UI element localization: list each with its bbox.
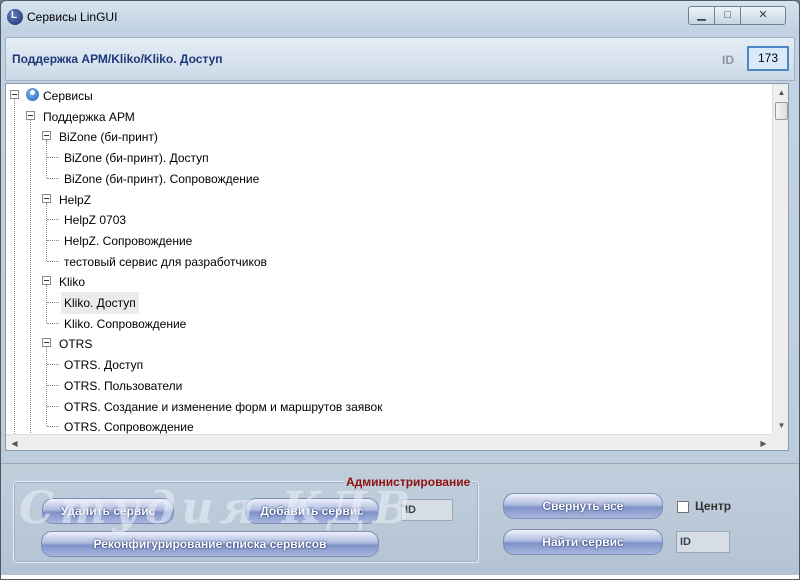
tree-connector (47, 177, 59, 179)
collapse-all-button[interactable]: Свернуть все (503, 493, 663, 519)
collapse-icon[interactable] (42, 338, 51, 348)
tree-node-label: BiZone (би-принт) (59, 130, 158, 145)
tree-node-label: OTRS. Пользователи (64, 378, 183, 393)
scroll-left-icon[interactable]: ◀ (6, 435, 23, 450)
collapse-icon[interactable] (42, 131, 51, 141)
tree-connector (47, 322, 59, 324)
admin-group-title: Администрирование (344, 475, 473, 489)
header-bar: Поддержка АРМ/Kliko/Kliko. Доступ ID 173 (5, 37, 795, 81)
tree-connector (46, 202, 47, 261)
scroll-thumb[interactable] (775, 102, 788, 120)
tree-node-label: Kliko (59, 275, 86, 290)
find-service-button[interactable]: Найти сервис (503, 529, 663, 555)
horizontal-scrollbar[interactable]: ◀ ▶ (6, 434, 772, 450)
tree-node-label: HelpZ. Сопровождение (64, 233, 193, 248)
current-service-path: Поддержка АРМ/Kliko/Kliko. Доступ (12, 52, 223, 66)
add-service-button[interactable]: Добавить сервис (245, 498, 379, 524)
id-label: ID (722, 53, 734, 67)
tree-connector (47, 302, 59, 303)
tree-node-label: Kliko. Доступ (61, 292, 139, 314)
tree-connector (47, 219, 59, 221)
tree-connector (47, 426, 59, 428)
control-panel: Администрирование Удалить сервис Добавит… (1, 463, 799, 579)
tree-node-label: BiZone (би-принт). Сопровождение (64, 171, 260, 186)
tree-connector (47, 260, 59, 262)
scroll-down-icon[interactable]: ▼ (773, 417, 788, 434)
tree-connector (46, 285, 47, 323)
tree-node-label: OTRS. Создание и изменение форм и маршру… (64, 399, 383, 414)
tree-node-label: OTRS (59, 337, 93, 352)
tree-node-label: тестовый сервис для разработчиков (64, 254, 267, 269)
app-window: Сервисы LinGUI ▁ □ ✕ Поддержка АРМ/Kliko… (0, 0, 800, 580)
services-root-icon (26, 88, 39, 101)
collapse-icon[interactable] (42, 276, 51, 286)
tree-connector (46, 140, 47, 178)
reconfigure-list-button[interactable]: Реконфигурирование списка сервисов (41, 531, 379, 557)
center-checkbox[interactable] (677, 501, 689, 513)
tree-connector (47, 157, 59, 159)
tree-node-label: HelpZ 0703 (64, 213, 127, 228)
title-bar[interactable]: Сервисы LinGUI ▁ □ ✕ (1, 1, 799, 33)
tree-node-label: Сервисы (43, 89, 93, 103)
scroll-up-icon[interactable]: ▲ (773, 84, 788, 101)
collapse-icon[interactable] (42, 193, 51, 203)
tree-connector (47, 384, 59, 386)
admin-id-input[interactable]: ID (401, 499, 453, 521)
tree-connector (46, 347, 47, 427)
collapse-icon[interactable] (26, 110, 35, 120)
delete-service-button[interactable]: Удалить сервис (42, 498, 174, 524)
tree-node-label: Kliko. Сопровождение (64, 316, 187, 331)
collapse-icon[interactable] (10, 90, 19, 99)
tree-connector (14, 96, 15, 450)
tree-node-label: Поддержка АРМ (43, 109, 135, 124)
close-button[interactable]: ✕ (740, 6, 786, 25)
scroll-right-icon[interactable]: ▶ (755, 435, 772, 450)
tree-node-label: HelpZ (59, 192, 92, 207)
center-checkbox-label: Центр (695, 499, 732, 513)
minimize-button[interactable]: ▁ (688, 6, 715, 25)
scrollbar-corner (772, 434, 788, 450)
maximize-button[interactable]: □ (714, 6, 741, 25)
tree-connector (47, 364, 59, 366)
window-bottom-edge (1, 575, 799, 579)
vertical-scrollbar[interactable]: ▲ ▼ (772, 84, 788, 434)
tree-node-label: OTRS. Доступ (64, 358, 144, 373)
services-tree[interactable]: Сервисы Поддержка АРМ BiZone (би-принт) Bi… (5, 83, 789, 451)
service-id-field[interactable]: 173 (747, 46, 789, 71)
window-title: Сервисы LinGUI (27, 10, 118, 24)
tree-connector (47, 239, 59, 241)
tree-connector (30, 117, 31, 450)
tree-connector (47, 405, 59, 407)
tree-node-label: BiZone (би-принт). Доступ (64, 151, 209, 166)
app-logo-icon (7, 9, 23, 25)
find-id-input[interactable]: ID (676, 531, 730, 553)
